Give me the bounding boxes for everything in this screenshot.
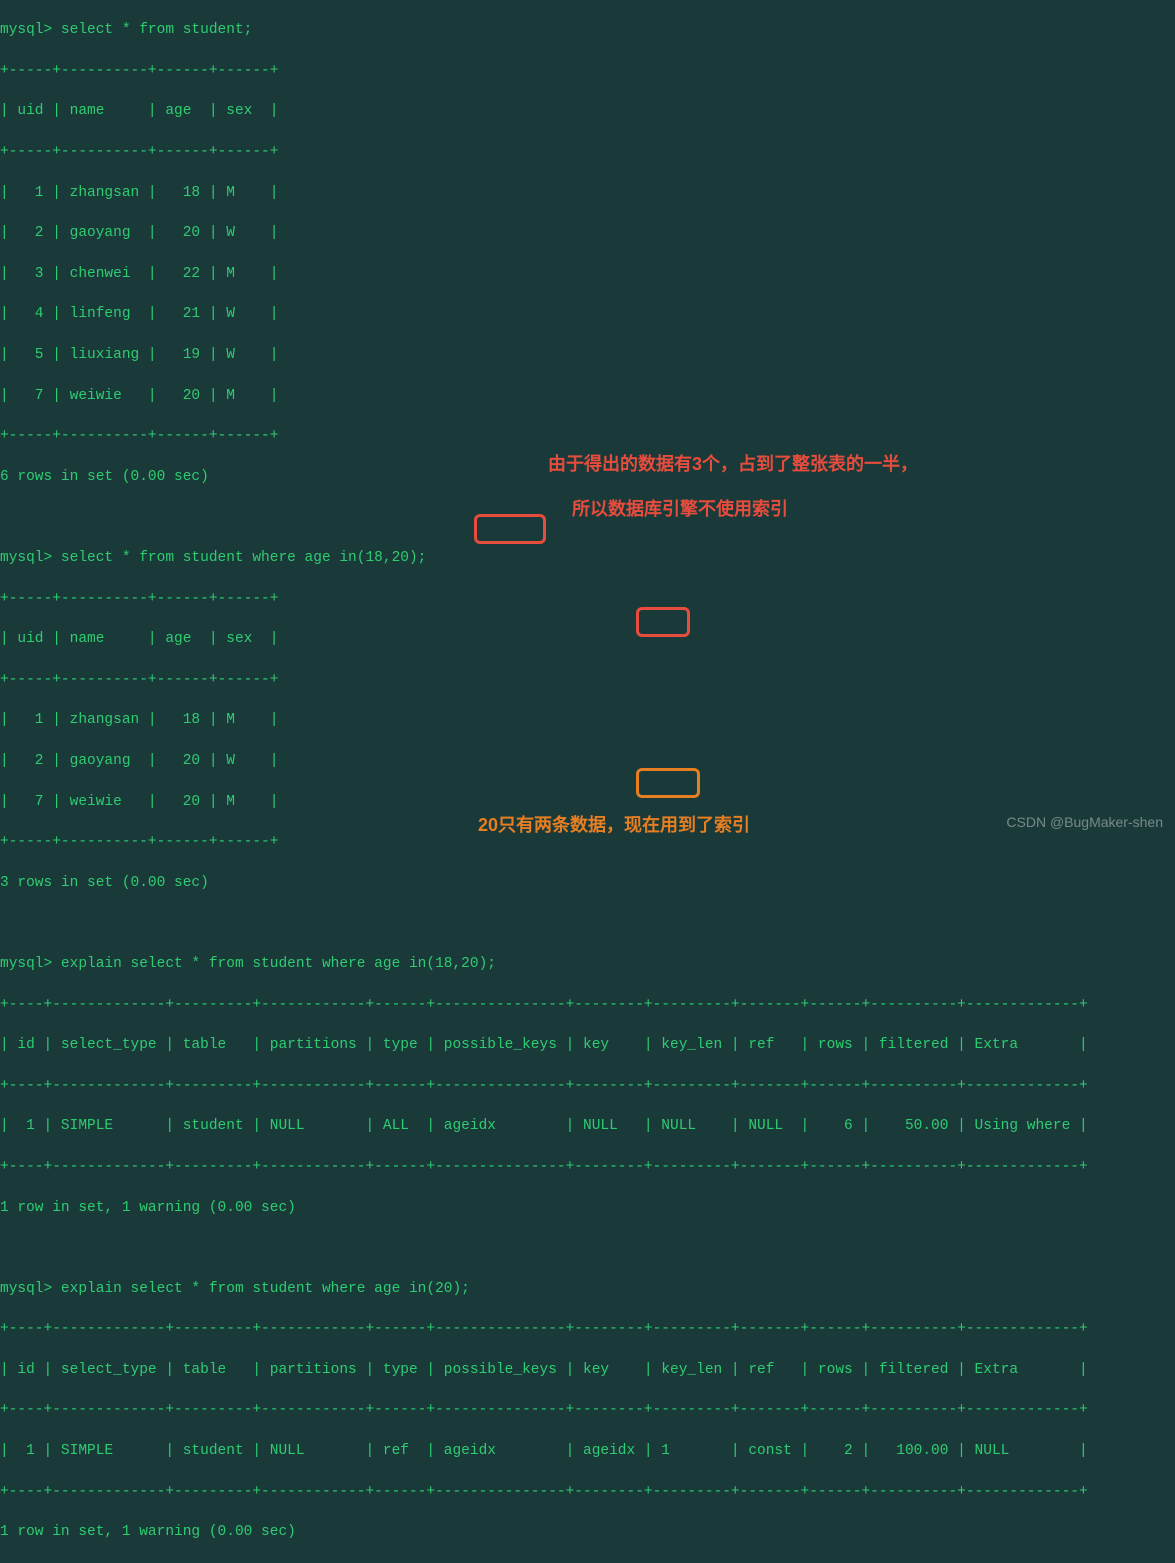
table-row: | 1 | SIMPLE | student | NULL | ref | ag… (0, 1441, 1175, 1461)
table-header: | id | select_type | table | partitions … (0, 1360, 1175, 1380)
table-sep: +-----+----------+------+------+ (0, 426, 1175, 446)
table-header: | uid | name | age | sex | (0, 101, 1175, 121)
prompt-line: mysql> select * from student; (0, 20, 1175, 40)
blank-line (0, 913, 1175, 933)
highlight-box-params (474, 514, 546, 544)
table-sep: +----+-------------+---------+----------… (0, 995, 1175, 1015)
watermark: CSDN @BugMaker-shen (1006, 813, 1163, 833)
table-header: | id | select_type | table | partitions … (0, 1035, 1175, 1055)
result-line: 3 rows in set (0.00 sec) (0, 873, 1175, 893)
table-sep: +----+-------------+---------+----------… (0, 1482, 1175, 1502)
prompt-line: mysql> select * from student where age i… (0, 548, 1175, 568)
table-row: | 7 | weiwie | 20 | M | (0, 386, 1175, 406)
table-row: | 4 | linfeng | 21 | W | (0, 304, 1175, 324)
result-line: 1 row in set, 1 warning (0.00 sec) (0, 1522, 1175, 1542)
table-row: | 2 | gaoyang | 20 | W | (0, 751, 1175, 771)
table-header: | uid | name | age | sex | (0, 629, 1175, 649)
table-row: | 2 | gaoyang | 20 | W | (0, 223, 1175, 243)
annotation-red-1: 由于得出的数据有3个，占到了整张表的一半， (548, 452, 918, 477)
table-sep: +-----+----------+------+------+ (0, 142, 1175, 162)
blank-line (0, 1238, 1175, 1258)
table-sep: +----+-------------+---------+----------… (0, 1319, 1175, 1339)
table-sep: +-----+----------+------+------+ (0, 670, 1175, 690)
prompt-line: mysql> explain select * from student whe… (0, 954, 1175, 974)
table-sep: +----+-------------+---------+----------… (0, 1157, 1175, 1177)
table-sep: +----+-------------+---------+----------… (0, 1076, 1175, 1096)
annotation-orange: 20只有两条数据，现在用到了索引 (478, 813, 750, 838)
table-sep: +-----+----------+------+------+ (0, 61, 1175, 81)
table-row: | 3 | chenwei | 22 | M | (0, 264, 1175, 284)
annotation-red-2: 所以数据库引擎不使用索引 (572, 497, 788, 522)
table-sep: +----+-------------+---------+----------… (0, 1400, 1175, 1420)
highlight-box-null-key (636, 607, 690, 637)
highlight-box-ageidx (636, 768, 700, 798)
prompt-line: mysql> explain select * from student whe… (0, 1279, 1175, 1299)
table-row: | 5 | liuxiang | 19 | W | (0, 345, 1175, 365)
table-row: | 1 | zhangsan | 18 | M | (0, 183, 1175, 203)
table-sep: +-----+----------+------+------+ (0, 589, 1175, 609)
table-row: | 1 | zhangsan | 18 | M | (0, 710, 1175, 730)
result-line: 1 row in set, 1 warning (0.00 sec) (0, 1198, 1175, 1218)
terminal-output: mysql> select * from student; +-----+---… (0, 0, 1175, 1563)
table-row: | 1 | SIMPLE | student | NULL | ALL | ag… (0, 1116, 1175, 1136)
table-row: | 7 | weiwie | 20 | M | (0, 792, 1175, 812)
